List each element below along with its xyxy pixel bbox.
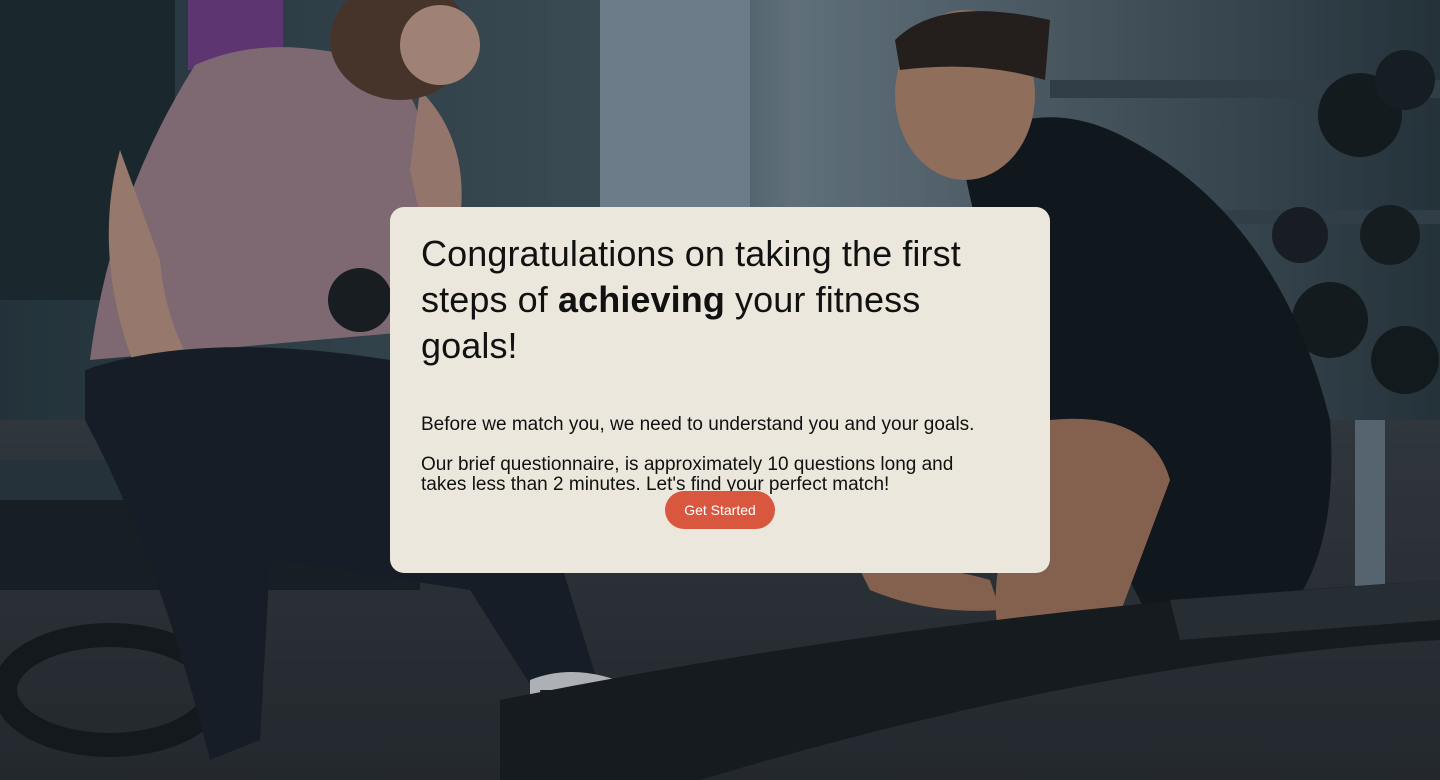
headline-line-2-prefix: steps of [421,279,558,320]
headline-line-1: Congratulations on taking the first [421,233,961,274]
intro-paragraph: Before we match you, we need to understa… [421,414,975,435]
get-started-button[interactable]: Get Started [665,491,775,529]
cta-wrapper: Get Started [390,491,1050,529]
questionnaire-paragraph: Our brief questionnaire, is approximatel… [421,454,954,495]
card-headline: Congratulations on taking the first step… [421,231,1019,369]
headline-emphasis: achieving [557,279,725,320]
card-body: Before we match you, we need to understa… [421,415,1019,495]
landing-page: Congratulations on taking the first step… [0,0,1440,780]
welcome-card: Congratulations on taking the first step… [390,207,1050,573]
